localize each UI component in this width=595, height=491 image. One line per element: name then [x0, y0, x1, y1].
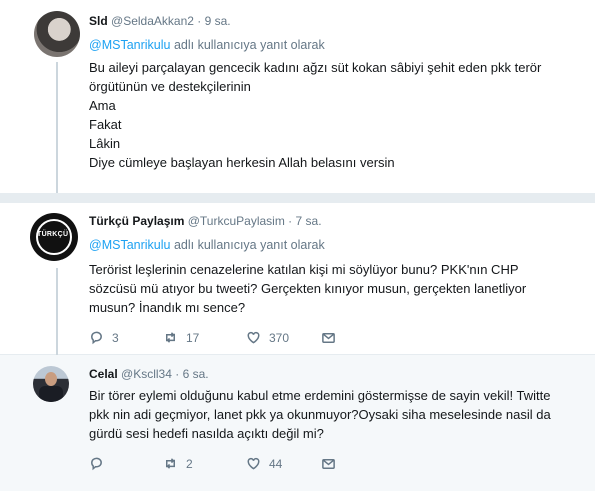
tweet-text: Bu aileyi parçalayan gencecik kadını ağz…	[89, 58, 541, 172]
user-handle[interactable]: @TurkcuPaylasim	[188, 214, 285, 228]
retweet-count: 2	[186, 456, 193, 471]
thread-separator	[0, 193, 595, 203]
tweet-text: Bir törer eylemi olduğunu kabul etme erd…	[89, 386, 551, 443]
avatar[interactable]	[33, 366, 69, 402]
heart-icon	[247, 331, 260, 344]
reply-button[interactable]: 3	[89, 330, 119, 345]
reply-icon	[91, 331, 102, 345]
reply-context-text: adlı kullanıcıya yanıt olarak	[173, 38, 325, 52]
tweet-text-line: Ama	[89, 98, 116, 113]
user-handle[interactable]: @Kscll34	[121, 367, 172, 381]
separator-dot: ·	[288, 214, 293, 228]
reply-count: 3	[112, 330, 119, 345]
reply-context: @MSTanrikulu adlı kullanıcıya yanıt olar…	[89, 238, 325, 252]
timestamp[interactable]: 9 sa.	[205, 14, 231, 28]
retweet-icon	[166, 332, 175, 343]
user-handle[interactable]: @SeldaAkkan2	[111, 14, 194, 28]
tweet-2[interactable]: TÜRKÇÜ Türkçü Paylaşım @TurkcuPaylasim ·…	[0, 203, 595, 355]
tweet-text-line: sözcüsü mü atıyor bu tweeti? Gerçekten k…	[89, 281, 527, 296]
envelope-icon	[322, 333, 335, 343]
separator-dot: ·	[175, 367, 180, 381]
separator-dot: ·	[197, 14, 202, 28]
retweet-count: 17	[186, 330, 200, 345]
timestamp[interactable]: 6 sa.	[183, 367, 209, 381]
thread-line	[56, 62, 58, 193]
direct-message-button[interactable]	[321, 456, 336, 471]
reply-button[interactable]	[89, 456, 112, 471]
avatar[interactable]	[34, 11, 80, 57]
thread-line	[56, 268, 58, 355]
tweet-header: Celal @Kscll34 · 6 sa.	[89, 367, 209, 381]
display-name[interactable]: Türkçü Paylaşım	[89, 214, 184, 228]
envelope-icon	[322, 459, 335, 469]
mention-link[interactable]: @MSTanrikulu	[89, 238, 170, 252]
like-count: 44	[269, 456, 283, 471]
heart-icon	[247, 457, 260, 470]
tweet-text-line: Terörist leşlerinin cenazelerine katılan…	[89, 262, 519, 277]
tweet-text-line: gürdü sesi hedefi nasılda açıktı değil m…	[89, 426, 324, 441]
tweet-header: Sld @SeldaAkkan2 · 9 sa.	[89, 14, 231, 28]
direct-message-button[interactable]	[321, 330, 336, 345]
tweet-actions: 3 17 370	[89, 330, 419, 346]
tweet-text-line: pkk nin adi geçmiyor, lanet pkk ya okunm…	[89, 407, 551, 422]
retweet-button[interactable]: 17	[163, 330, 199, 345]
tweet-text-line: Lâkin	[89, 136, 121, 151]
display-name[interactable]: Sld	[89, 14, 108, 28]
avatar-body	[39, 386, 63, 402]
tweet-text-line: Diye cümleye başlayan herkesin Allah bel…	[89, 155, 395, 170]
like-button[interactable]: 370	[246, 330, 289, 345]
retweet-button[interactable]: 2	[163, 456, 193, 471]
display-name[interactable]: Celal	[89, 367, 118, 381]
like-count: 370	[269, 330, 290, 345]
mention-link[interactable]: @MSTanrikulu	[89, 38, 170, 52]
reply-context-text: adlı kullanıcıya yanıt olarak	[173, 238, 325, 252]
tweet-3[interactable]: Celal @Kscll34 · 6 sa. Bir törer eylemi …	[0, 355, 595, 491]
tweet-header: Türkçü Paylaşım @TurkcuPaylasim · 7 sa.	[89, 214, 322, 228]
tweet-text-line: Fakat	[89, 117, 122, 132]
tweet-actions: 2 44	[89, 456, 419, 472]
reply-context: @MSTanrikulu adlı kullanıcıya yanıt olar…	[89, 38, 325, 52]
tweet-1[interactable]: Sld @SeldaAkkan2 · 9 sa. @MSTanrikulu ad…	[0, 0, 595, 193]
retweet-icon	[166, 458, 175, 469]
like-button[interactable]: 44	[246, 456, 282, 471]
avatar[interactable]: TÜRKÇÜ	[30, 213, 78, 261]
tweet-text-line: örgütünün ve destekçilerinin	[89, 79, 251, 94]
timestamp[interactable]: 7 sa.	[296, 214, 322, 228]
tweet-text-line: musun? İnandık mı sence?	[89, 300, 246, 315]
avatar-head	[45, 372, 57, 386]
tweet-text-line: Bir törer eylemi olduğunu kabul etme erd…	[89, 388, 551, 403]
tweet-text-line: Bu aileyi parçalayan gencecik kadını ağz…	[89, 60, 542, 75]
tweet-text: Terörist leşlerinin cenazelerine katılan…	[89, 260, 526, 317]
reply-icon	[91, 457, 102, 471]
avatar-text: TÜRKÇÜ	[37, 231, 69, 238]
